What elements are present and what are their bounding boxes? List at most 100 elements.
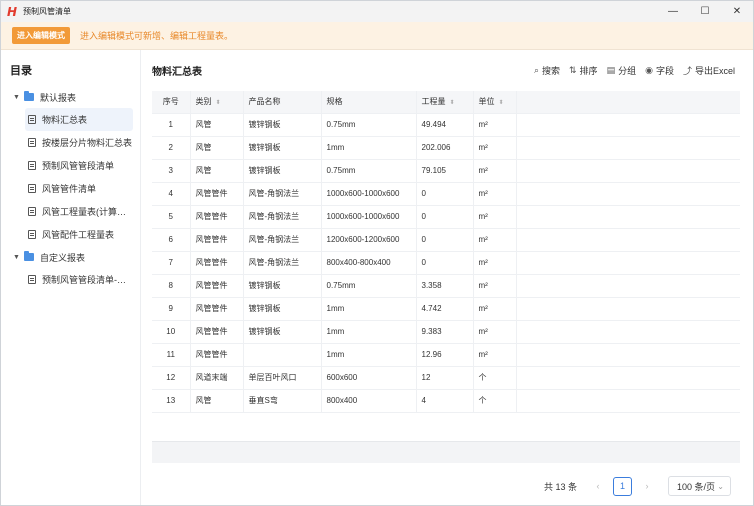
table-cell: m²	[473, 228, 517, 252]
window-title: 预制风管清单	[23, 7, 71, 16]
document-icon	[28, 275, 36, 284]
table-row[interactable]: 10 风管管件 镀锌钢板 1mm 9.383 m²	[152, 320, 740, 344]
table-body: 1 风管 镀锌钢板 0.75mm 49.494 m² 2 风管 镀锌钢板 1mm 202.006 m²…	[152, 113, 740, 413]
group-button[interactable]: ▤ 分组	[607, 64, 637, 77]
table-row[interactable]: 11 风管管件 1mm 12.96 m²	[152, 343, 740, 367]
table-row[interactable]: 4 风管管件 风管-角钢法兰 1000x600-1000x600 0 m²	[152, 182, 740, 206]
document-icon	[28, 207, 36, 216]
column-header[interactable]: 单位 ⬍	[473, 91, 517, 114]
column-header[interactable]: 类别 ⬍	[190, 91, 244, 114]
page-number-button[interactable]: 1	[613, 476, 632, 496]
page-size-label: 100 条/页	[677, 481, 716, 492]
table-row[interactable]: 7 风管管件 风管-角钢法兰 800x400-800x400 0 m²	[152, 251, 740, 275]
tree-item[interactable]: 风管配件工程量表	[1, 223, 133, 246]
material-summary-table: 序号 类别 ⬍ 产品名称 规格 工程量 ⬍ 单位 ⬍ 1 风管 镀锌钢板 0.75mm 49.…	[152, 91, 740, 413]
table-row[interactable]: 3 风管 镀锌钢板 0.75mm 79.105 m²	[152, 159, 740, 183]
table-row[interactable]: 12 风道末端 单层百叶风口 600x600 12 个	[152, 366, 740, 390]
table-row[interactable]: 5 风管管件 风管-角钢法兰 1000x600-1000x600 0 m²	[152, 205, 740, 229]
table-cell: 风管	[190, 389, 244, 413]
tree-group-label: 默认报表	[40, 92, 77, 103]
table-row[interactable]: 1 风管 镀锌钢板 0.75mm 49.494 m²	[152, 113, 740, 137]
table-cell-filler	[516, 113, 740, 137]
next-page-icon[interactable]: ›	[640, 481, 654, 491]
table-row[interactable]: 8 风管管件 镀锌钢板 0.75mm 3.358 m²	[152, 274, 740, 298]
close-icon[interactable]: ✕	[721, 1, 753, 22]
group-label: 分组	[618, 66, 637, 76]
table-cell-filler	[516, 389, 740, 413]
sort-button[interactable]: ⇅ 排序	[569, 64, 598, 77]
caret-down-icon[interactable]: ▼	[13, 94, 21, 101]
table-cell: 600x600	[321, 366, 417, 390]
table-cell-filler	[516, 205, 740, 229]
sort-arrows-icon[interactable]: ⬍	[216, 100, 221, 106]
table-cell: 9	[152, 297, 191, 321]
report-tree: ▼ 默认报表 物料汇总表 按楼层分片物料汇总表 预制风管管段清单 风管管件清单 …	[1, 86, 141, 291]
tree-item-label: 风管工程量表(计算…	[42, 207, 126, 217]
prev-page-icon[interactable]: ‹	[591, 481, 605, 491]
table-cell-filler	[516, 159, 740, 183]
table-cell: 1mm	[321, 297, 417, 321]
table-cell: 0	[416, 251, 474, 275]
table-cell: 镀锌钢板	[243, 113, 322, 137]
tree-item[interactable]: 预制风管管段清单-…	[1, 268, 133, 291]
table-row[interactable]: 9 风管管件 镀锌钢板 1mm 4.742 m²	[152, 297, 740, 321]
group-icon: ▤	[606, 65, 616, 75]
sort-arrows-icon[interactable]: ⬍	[450, 100, 455, 106]
column-header[interactable]: 工程量 ⬍	[416, 91, 474, 114]
table-cell: 1000x600-1000x600	[321, 205, 417, 229]
table-cell: 风管管件	[190, 274, 244, 298]
table-cell: 个	[473, 366, 517, 390]
tree-group-custom[interactable]: ▼ 自定义报表	[1, 246, 141, 268]
enter-edit-mode-button[interactable]: 进入编辑模式	[12, 27, 70, 44]
export-icon: ⤴	[682, 66, 692, 76]
table-row[interactable]: 13 风管 垂直S弯 800x400 4 个	[152, 389, 740, 413]
tree-item[interactable]: 按楼层分片物料汇总表	[1, 131, 133, 154]
table-cell-filler	[516, 343, 740, 367]
table-cell: 4	[416, 389, 474, 413]
tree-group-label: 自定义报表	[40, 252, 86, 263]
table-cell: 12	[416, 366, 474, 390]
tree-group-default[interactable]: ▼ 默认报表	[1, 86, 141, 108]
search-button[interactable]: ⌕ 搜索	[534, 64, 560, 77]
maximize-icon[interactable]: ☐	[689, 1, 721, 22]
sort-arrows-icon[interactable]: ⬍	[499, 100, 504, 106]
table-cell: 单层百叶风口	[243, 366, 322, 390]
minimize-icon[interactable]: —	[657, 1, 689, 22]
tree-item-label: 预制风管管段清单-…	[42, 275, 126, 285]
tree-item[interactable]: 风管工程量表(计算…	[1, 200, 133, 223]
table-cell: m²	[473, 182, 517, 206]
column-header: 产品名称	[243, 91, 322, 114]
chevron-down-icon: ⌄	[717, 481, 724, 491]
tree-item[interactable]: 预制风管管段清单	[1, 154, 133, 177]
table-cell: 1mm	[321, 343, 417, 367]
tree-item-label: 按楼层分片物料汇总表	[42, 138, 133, 148]
column-header-filler	[516, 91, 740, 114]
table-cell: m²	[473, 343, 517, 367]
table-cell: 2	[152, 136, 191, 160]
caret-down-icon[interactable]: ▼	[13, 254, 21, 261]
table-row[interactable]: 6 风管管件 风管-角钢法兰 1200x600-1200x600 0 m²	[152, 228, 740, 252]
table-cell: 3	[152, 159, 191, 183]
table-cell: 800x400-800x400	[321, 251, 417, 275]
tree-item[interactable]: 物料汇总表	[25, 108, 133, 131]
table-cell: 49.494	[416, 113, 474, 137]
table-cell: 风管	[190, 136, 244, 160]
export-excel-button[interactable]: ⤴ 导出Excel	[683, 64, 735, 77]
search-icon: ⌕	[533, 65, 539, 75]
table-cell: 1200x600-1200x600	[321, 228, 417, 252]
search-label: 搜索	[541, 66, 560, 76]
table-row[interactable]: 2 风管 镀锌钢板 1mm 202.006 m²	[152, 136, 740, 160]
table-cell: 0.75mm	[321, 113, 417, 137]
fields-icon: ◉	[645, 65, 653, 75]
table-cell: 风管管件	[190, 343, 244, 367]
table-cell: 10	[152, 320, 191, 344]
fields-button[interactable]: ◉ 字段	[645, 64, 674, 77]
table-cell: m²	[473, 205, 517, 229]
table-cell: 风管	[190, 113, 244, 137]
table-cell: m²	[473, 159, 517, 183]
table-cell: 202.006	[416, 136, 474, 160]
tree-item[interactable]: 风管管件清单	[1, 177, 133, 200]
table-cell: 0	[416, 228, 474, 252]
page-size-select[interactable]: 100 条/页 ⌄	[668, 476, 731, 496]
table-cell: 4.742	[416, 297, 474, 321]
